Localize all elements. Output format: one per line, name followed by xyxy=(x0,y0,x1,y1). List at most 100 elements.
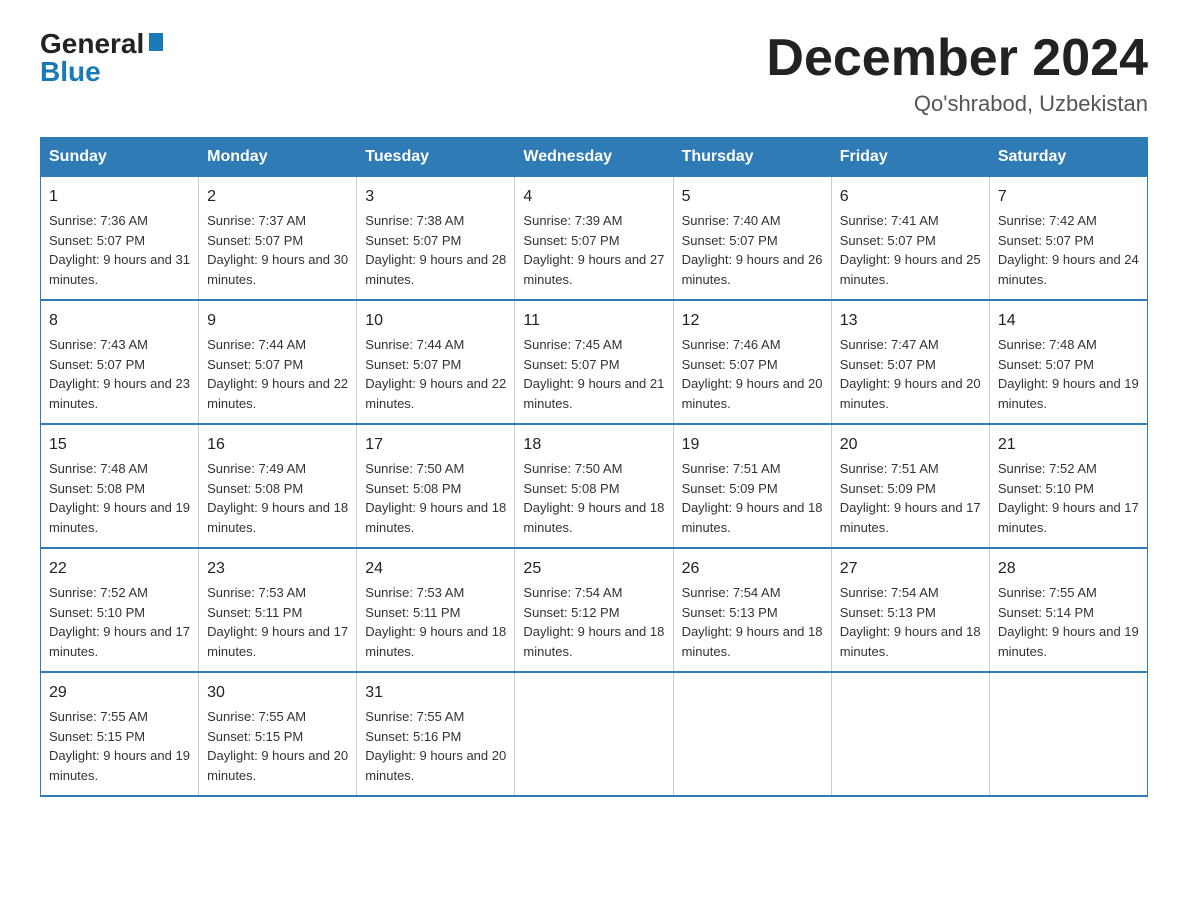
day-info: Sunrise: 7:51 AMSunset: 5:09 PMDaylight:… xyxy=(840,461,981,535)
calendar-cell xyxy=(673,672,831,796)
day-number: 19 xyxy=(682,433,823,457)
day-info: Sunrise: 7:40 AMSunset: 5:07 PMDaylight:… xyxy=(682,213,823,287)
day-info: Sunrise: 7:45 AMSunset: 5:07 PMDaylight:… xyxy=(523,337,664,411)
day-number: 30 xyxy=(207,681,348,705)
day-info: Sunrise: 7:55 AMSunset: 5:15 PMDaylight:… xyxy=(49,709,190,783)
calendar-cell: 20 Sunrise: 7:51 AMSunset: 5:09 PMDayligh… xyxy=(831,424,989,548)
calendar-cell: 25 Sunrise: 7:54 AMSunset: 5:12 PMDayligh… xyxy=(515,548,673,672)
calendar-cell: 4 Sunrise: 7:39 AMSunset: 5:07 PMDaylight… xyxy=(515,177,673,301)
day-number: 18 xyxy=(523,433,664,457)
day-info: Sunrise: 7:55 AMSunset: 5:16 PMDaylight:… xyxy=(365,709,506,783)
calendar-cell: 23Sunrise: 7:53 AMSunset: 5:11 PMDayligh… xyxy=(199,548,357,672)
calendar-cell: 29 Sunrise: 7:55 AMSunset: 5:15 PMDayligh… xyxy=(41,672,199,796)
day-info: Sunrise: 7:51 AMSunset: 5:09 PMDaylight:… xyxy=(682,461,823,535)
calendar-cell: 6 Sunrise: 7:41 AMSunset: 5:07 PMDaylight… xyxy=(831,177,989,301)
calendar-cell: 11 Sunrise: 7:45 AMSunset: 5:07 PMDayligh… xyxy=(515,300,673,424)
day-number: 4 xyxy=(523,185,664,209)
calendar-cell: 13Sunrise: 7:47 AMSunset: 5:07 PMDayligh… xyxy=(831,300,989,424)
calendar-cell: 30 Sunrise: 7:55 AMSunset: 5:15 PMDayligh… xyxy=(199,672,357,796)
calendar-week-row: 8 Sunrise: 7:43 AMSunset: 5:07 PMDaylight… xyxy=(41,300,1148,424)
calendar-cell: 22Sunrise: 7:52 AMSunset: 5:10 PMDayligh… xyxy=(41,548,199,672)
day-number: 22 xyxy=(49,557,190,581)
calendar-cell: 15Sunrise: 7:48 AMSunset: 5:08 PMDayligh… xyxy=(41,424,199,548)
calendar-cell: 10Sunrise: 7:44 AMSunset: 5:07 PMDayligh… xyxy=(357,300,515,424)
day-number: 20 xyxy=(840,433,981,457)
calendar-cell xyxy=(831,672,989,796)
calendar-cell: 9Sunrise: 7:44 AMSunset: 5:07 PMDaylight… xyxy=(199,300,357,424)
day-info: Sunrise: 7:47 AMSunset: 5:07 PMDaylight:… xyxy=(840,337,981,411)
header-tuesday: Tuesday xyxy=(357,138,515,177)
calendar-week-row: 1 Sunrise: 7:36 AMSunset: 5:07 PMDaylight… xyxy=(41,177,1148,301)
calendar-header: Sunday Monday Tuesday Wednesday Thursday… xyxy=(41,138,1148,177)
day-number: 15 xyxy=(49,433,190,457)
calendar-week-row: 15Sunrise: 7:48 AMSunset: 5:08 PMDayligh… xyxy=(41,424,1148,548)
calendar-cell: 8 Sunrise: 7:43 AMSunset: 5:07 PMDaylight… xyxy=(41,300,199,424)
day-number: 5 xyxy=(682,185,823,209)
logo: General Blue xyxy=(40,30,163,86)
day-info: Sunrise: 7:54 AMSunset: 5:13 PMDaylight:… xyxy=(840,585,981,659)
day-info: Sunrise: 7:42 AMSunset: 5:07 PMDaylight:… xyxy=(998,213,1139,287)
day-info: Sunrise: 7:39 AMSunset: 5:07 PMDaylight:… xyxy=(523,213,664,287)
day-info: Sunrise: 7:52 AMSunset: 5:10 PMDaylight:… xyxy=(998,461,1139,535)
day-info: Sunrise: 7:36 AMSunset: 5:07 PMDaylight:… xyxy=(49,213,190,287)
calendar-cell: 19 Sunrise: 7:51 AMSunset: 5:09 PMDayligh… xyxy=(673,424,831,548)
header-friday: Friday xyxy=(831,138,989,177)
calendar-cell: 24Sunrise: 7:53 AMSunset: 5:11 PMDayligh… xyxy=(357,548,515,672)
calendar-cell: 14 Sunrise: 7:48 AMSunset: 5:07 PMDayligh… xyxy=(989,300,1147,424)
calendar-cell: 5 Sunrise: 7:40 AMSunset: 5:07 PMDaylight… xyxy=(673,177,831,301)
calendar-cell: 16 Sunrise: 7:49 AMSunset: 5:08 PMDayligh… xyxy=(199,424,357,548)
calendar-cell xyxy=(989,672,1147,796)
day-number: 29 xyxy=(49,681,190,705)
calendar-table: Sunday Monday Tuesday Wednesday Thursday… xyxy=(40,137,1148,797)
day-number: 11 xyxy=(523,309,664,333)
day-info: Sunrise: 7:53 AMSunset: 5:11 PMDaylight:… xyxy=(365,585,506,659)
day-number: 28 xyxy=(998,557,1139,581)
day-number: 27 xyxy=(840,557,981,581)
day-info: Sunrise: 7:55 AMSunset: 5:14 PMDaylight:… xyxy=(998,585,1139,659)
day-number: 14 xyxy=(998,309,1139,333)
calendar-week-row: 22Sunrise: 7:52 AMSunset: 5:10 PMDayligh… xyxy=(41,548,1148,672)
logo-blue-text: Blue xyxy=(40,58,101,86)
calendar-cell: 26Sunrise: 7:54 AMSunset: 5:13 PMDayligh… xyxy=(673,548,831,672)
day-info: Sunrise: 7:48 AMSunset: 5:07 PMDaylight:… xyxy=(998,337,1139,411)
day-info: Sunrise: 7:50 AMSunset: 5:08 PMDaylight:… xyxy=(523,461,664,535)
day-number: 3 xyxy=(365,185,506,209)
header-row: Sunday Monday Tuesday Wednesday Thursday… xyxy=(41,138,1148,177)
calendar-cell: 31 Sunrise: 7:55 AMSunset: 5:16 PMDayligh… xyxy=(357,672,515,796)
header-wednesday: Wednesday xyxy=(515,138,673,177)
day-info: Sunrise: 7:38 AMSunset: 5:07 PMDaylight:… xyxy=(365,213,506,287)
day-info: Sunrise: 7:37 AMSunset: 5:07 PMDaylight:… xyxy=(207,213,348,287)
day-info: Sunrise: 7:54 AMSunset: 5:12 PMDaylight:… xyxy=(523,585,664,659)
day-info: Sunrise: 7:43 AMSunset: 5:07 PMDaylight:… xyxy=(49,337,190,411)
day-number: 31 xyxy=(365,681,506,705)
header-thursday: Thursday xyxy=(673,138,831,177)
day-info: Sunrise: 7:50 AMSunset: 5:08 PMDaylight:… xyxy=(365,461,506,535)
header-monday: Monday xyxy=(199,138,357,177)
calendar-cell: 17 Sunrise: 7:50 AMSunset: 5:08 PMDayligh… xyxy=(357,424,515,548)
calendar-cell: 28 Sunrise: 7:55 AMSunset: 5:14 PMDayligh… xyxy=(989,548,1147,672)
day-info: Sunrise: 7:44 AMSunset: 5:07 PMDaylight:… xyxy=(365,337,506,411)
day-info: Sunrise: 7:46 AMSunset: 5:07 PMDaylight:… xyxy=(682,337,823,411)
day-number: 1 xyxy=(49,185,190,209)
day-info: Sunrise: 7:41 AMSunset: 5:07 PMDaylight:… xyxy=(840,213,981,287)
day-number: 6 xyxy=(840,185,981,209)
location-text: Qo'shrabod, Uzbekistan xyxy=(766,91,1148,117)
calendar-cell: 12 Sunrise: 7:46 AMSunset: 5:07 PMDayligh… xyxy=(673,300,831,424)
day-info: Sunrise: 7:49 AMSunset: 5:08 PMDaylight:… xyxy=(207,461,348,535)
day-number: 25 xyxy=(523,557,664,581)
day-info: Sunrise: 7:54 AMSunset: 5:13 PMDaylight:… xyxy=(682,585,823,659)
month-title: December 2024 xyxy=(766,30,1148,87)
calendar-cell: 27 Sunrise: 7:54 AMSunset: 5:13 PMDayligh… xyxy=(831,548,989,672)
calendar-cell: 7 Sunrise: 7:42 AMSunset: 5:07 PMDaylight… xyxy=(989,177,1147,301)
logo-general-text: General xyxy=(40,30,144,58)
day-number: 2 xyxy=(207,185,348,209)
day-info: Sunrise: 7:55 AMSunset: 5:15 PMDaylight:… xyxy=(207,709,348,783)
title-block: December 2024 Qo'shrabod, Uzbekistan xyxy=(766,30,1148,117)
day-number: 12 xyxy=(682,309,823,333)
page-header: General Blue December 2024 Qo'shrabod, U… xyxy=(40,30,1148,117)
day-number: 8 xyxy=(49,309,190,333)
day-info: Sunrise: 7:53 AMSunset: 5:11 PMDaylight:… xyxy=(207,585,348,659)
day-number: 16 xyxy=(207,433,348,457)
day-number: 7 xyxy=(998,185,1139,209)
day-number: 17 xyxy=(365,433,506,457)
